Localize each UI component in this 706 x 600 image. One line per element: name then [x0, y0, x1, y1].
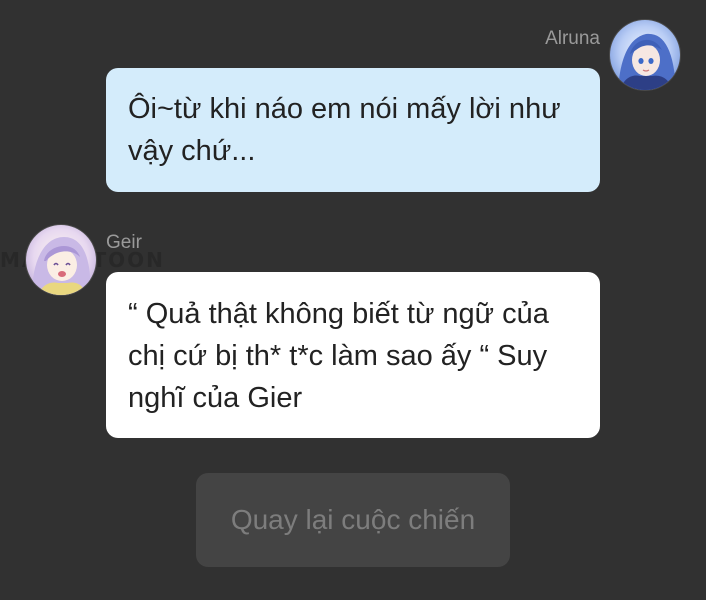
sender-name-geir: Geir [106, 232, 142, 253]
message-bubble-geir: “ Quả thật không biết từ ngữ của chị cứ … [106, 272, 600, 438]
sender-name-alruna: Alruna [545, 28, 600, 49]
girl-avatar-blue-hair-icon [610, 20, 680, 90]
girl-avatar-lavender-hair-icon [26, 225, 96, 295]
avatar-alruna[interactable] [610, 20, 680, 90]
message-bubble-alruna: Ôi~từ khi náo em nói mấy lời như vậy chứ… [106, 68, 600, 192]
avatar-geir[interactable] [26, 225, 96, 295]
back-to-battle-button[interactable]: Quay lại cuộc chiến [196, 473, 510, 567]
